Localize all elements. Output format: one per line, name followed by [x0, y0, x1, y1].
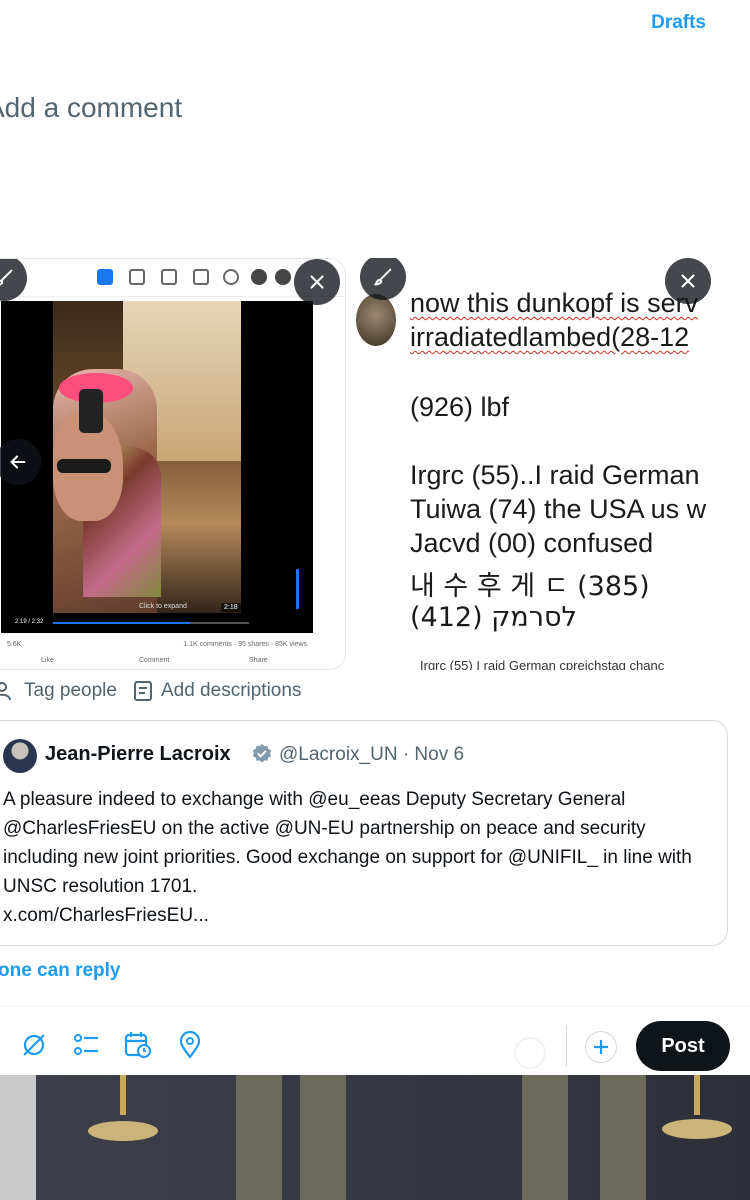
add-descriptions-button[interactable]: Add descriptions	[133, 680, 301, 702]
add-descriptions-label: Add descriptions	[160, 680, 302, 701]
video-progress-fill	[53, 622, 191, 624]
close-icon	[681, 274, 695, 288]
character-count-ring	[514, 1037, 546, 1069]
text-line-2: irradiatedlambed(28-12	[410, 322, 690, 352]
remove-image-button[interactable]	[294, 259, 340, 305]
close-icon	[310, 275, 324, 289]
video-icon	[161, 269, 177, 285]
quoted-link[interactable]: x.com/CharlesFriesEU...	[3, 905, 209, 926]
menu-icon	[251, 269, 267, 285]
text-line-7: 내 수 후 게 ㄷ (385)	[410, 571, 650, 602]
share-label: Share	[249, 657, 268, 664]
quoted-author-name: Jean-Pierre Lacroix	[45, 743, 231, 765]
reactions-count: 5.6K	[7, 641, 22, 648]
schedule-icon[interactable]	[124, 1031, 152, 1059]
grok-icon[interactable]	[20, 1031, 48, 1059]
text-line-5: Tuiwa (74) the USA us w	[410, 494, 707, 524]
verified-badge-icon	[252, 743, 272, 763]
add-post-button[interactable]	[585, 1031, 617, 1063]
video-progress[interactable]	[53, 622, 249, 624]
text-line-tiny: Irgrc (55) I raid German cpreichstag cha…	[420, 658, 665, 670]
text-line-1: now this dunkopf is serv	[410, 288, 699, 318]
attached-image-video-screenshot[interactable]: Click to expand 2:18 2:19 / 2:32 5.6K 1.…	[0, 258, 346, 670]
description-icon	[133, 681, 152, 701]
groups-icon	[223, 269, 239, 285]
text-line-3: (926) lbf	[410, 392, 510, 422]
like-label: Like	[41, 657, 54, 664]
edit-image-button-2[interactable]	[360, 258, 406, 300]
toolbar-separator	[566, 1025, 567, 1067]
avatar	[356, 294, 396, 346]
volume-slider[interactable]	[296, 569, 299, 609]
time-badge: 2:18	[221, 603, 241, 612]
person-icon	[0, 682, 11, 701]
background-photo	[0, 1075, 750, 1200]
composer-toolbar: Post	[0, 1007, 750, 1075]
location-icon[interactable]	[176, 1031, 204, 1059]
remove-image-button-2[interactable]	[665, 258, 711, 304]
drafts-link[interactable]: Drafts	[651, 12, 706, 34]
attached-image-text-screenshot[interactable]: now this dunkopf is serv irradiatedlambe…	[356, 258, 750, 670]
plus-icon	[594, 1040, 608, 1054]
video-frame	[53, 301, 241, 619]
text-line-8: לסרמק (412)	[410, 602, 577, 633]
arrow-left-icon	[10, 455, 26, 469]
quoted-post[interactable]: Jean-Pierre Lacroix @Lacroix_UN · Nov 6 …	[0, 720, 728, 946]
home-icon	[97, 269, 113, 285]
comment-label: Comment	[139, 657, 170, 664]
text-line-4: Irgrc (55)..I raid German	[410, 460, 700, 490]
video-time: 2:19 / 2:32	[15, 619, 44, 625]
reply-setting-button[interactable]: one can reply	[0, 960, 121, 982]
messenger-icon	[275, 269, 291, 285]
tag-people-button[interactable]: Tag people	[0, 680, 117, 702]
brush-icon	[374, 268, 392, 286]
text-line-6: Jacvd (00) confused	[410, 528, 654, 558]
friends-icon	[129, 269, 145, 285]
video-controls: 2:19 / 2:32	[1, 569, 313, 633]
post-button[interactable]: Post	[636, 1021, 730, 1071]
avatar	[3, 739, 37, 773]
quoted-post-body: A pleasure indeed to exchange with @eu_e…	[3, 789, 692, 926]
marketplace-icon	[193, 269, 209, 285]
media-tools: Tag people Add descriptions	[0, 680, 317, 702]
poll-icon[interactable]	[72, 1031, 100, 1059]
video-player[interactable]: Click to expand 2:18 2:19 / 2:32	[1, 301, 313, 633]
comment-input[interactable]: Add a comment	[0, 92, 182, 124]
quoted-handle-date: @Lacroix_UN · Nov 6	[279, 744, 465, 765]
tag-people-label: Tag people	[24, 680, 117, 701]
click-to-expand-label: Click to expand	[139, 603, 187, 610]
brush-icon	[0, 269, 13, 286]
engagement-stats: 1.1K comments · 95 shares · 85K views	[183, 641, 307, 648]
